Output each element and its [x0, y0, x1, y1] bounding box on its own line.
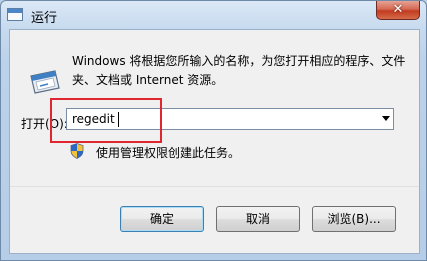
dropdown-arrow-icon[interactable] — [382, 116, 390, 121]
shield-icon — [70, 143, 84, 159]
button-area-divider — [10, 186, 419, 187]
admin-note: 使用管理权限创建此任务。 — [96, 146, 241, 160]
run-icon — [30, 70, 60, 94]
title-bar[interactable]: 运行 ✕ — [1, 1, 426, 29]
run-dialog-window: 运行 ✕ Windows 将根据您所输入的名称，为您打开相应的程序、文件夹、文档… — [0, 0, 427, 261]
description-text: Windows 将根据您所输入的名称，为您打开相应的程序、文件夹、文档或 Int… — [72, 54, 406, 87]
run-icon — [7, 8, 23, 21]
dialog-body: Windows 将根据您所输入的名称，为您打开相应的程序、文件夹、文档或 Int… — [9, 29, 420, 254]
highlight-box — [50, 98, 162, 143]
close-button[interactable]: ✕ — [376, 1, 420, 20]
browse-button[interactable]: 浏览(B)... — [312, 206, 396, 232]
close-icon: ✕ — [392, 2, 404, 17]
cancel-button[interactable]: 取消 — [216, 206, 300, 232]
ok-button[interactable]: 确定 — [120, 206, 204, 232]
window-title: 运行 — [31, 11, 58, 26]
